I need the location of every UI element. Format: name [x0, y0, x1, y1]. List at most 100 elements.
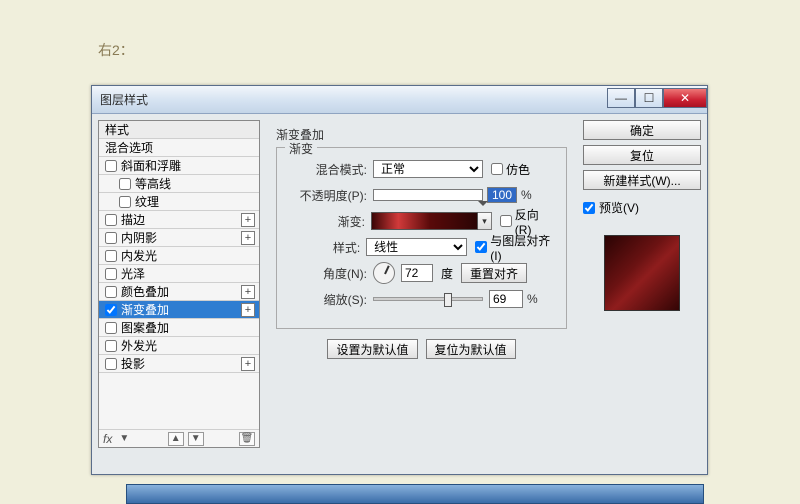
- list-item-label: 混合选项: [105, 139, 153, 157]
- texture-checkbox[interactable]: [119, 196, 131, 208]
- list-item-contour[interactable]: 等高线: [99, 175, 259, 193]
- angle-input[interactable]: [401, 264, 433, 282]
- opacity-row: 不透明度(P): 100 %: [289, 184, 554, 206]
- gradient-row: 渐变: ▾ 反向(R): [289, 210, 554, 232]
- align-layer-checkbox[interactable]: [475, 241, 487, 253]
- defaults-row: 设置为默认值 复位为默认值: [276, 339, 567, 359]
- move-up-icon[interactable]: ▲: [168, 432, 184, 446]
- styles-header[interactable]: 样式: [99, 121, 259, 139]
- scale-slider[interactable]: [373, 297, 483, 301]
- inner-shadow-checkbox[interactable]: [105, 232, 117, 244]
- outer-glow-checkbox[interactable]: [105, 340, 117, 352]
- scale-percent: %: [527, 292, 538, 306]
- style-label: 样式:: [289, 239, 360, 256]
- list-item-color-overlay[interactable]: 颜色叠加 +: [99, 283, 259, 301]
- move-down-icon[interactable]: ▼: [188, 432, 204, 446]
- stroke-checkbox[interactable]: [105, 214, 117, 226]
- angle-label: 角度(N):: [289, 265, 367, 282]
- list-item-label: 纹理: [135, 193, 159, 211]
- list-item-drop-shadow[interactable]: 投影+: [99, 355, 259, 373]
- list-item-bevel[interactable]: 斜面和浮雕: [99, 157, 259, 175]
- contour-checkbox[interactable]: [119, 178, 131, 190]
- list-item-stroke[interactable]: 描边+: [99, 211, 259, 229]
- maximize-button[interactable]: ☐: [635, 88, 663, 108]
- add-gradient-overlay-icon[interactable]: +: [241, 303, 255, 317]
- panel-title: 渐变叠加: [276, 126, 567, 143]
- ok-button[interactable]: 确定: [583, 120, 701, 140]
- angle-row: 角度(N): 度 重置对齐: [289, 262, 554, 284]
- preview-checkbox[interactable]: [583, 202, 595, 214]
- gradient-overlay-checkbox[interactable]: [105, 304, 117, 316]
- right-panel: 确定 复位 新建样式(W)... 预览(V): [583, 120, 701, 311]
- opacity-label: 不透明度(P):: [289, 187, 367, 204]
- opacity-slider[interactable]: [373, 189, 483, 201]
- list-item-label: 等高线: [135, 175, 171, 193]
- scale-slider-thumb[interactable]: [444, 293, 452, 307]
- add-stroke-icon[interactable]: +: [241, 213, 255, 227]
- styles-footer: fx ▼ ▲ ▼ 🗑: [99, 429, 259, 447]
- gradient-overlay-panel: 渐变叠加 渐变 混合模式: 正常 仿色 不透明度(P): 100 % 渐变:: [266, 120, 577, 468]
- list-item-label: 斜面和浮雕: [121, 157, 181, 175]
- gradient-label: 渐变:: [289, 213, 365, 230]
- list-item-label: 外发光: [121, 337, 157, 355]
- scale-label: 缩放(S):: [289, 291, 367, 308]
- angle-unit: 度: [441, 265, 453, 282]
- list-item-pattern-overlay[interactable]: 图案叠加: [99, 319, 259, 337]
- align-layer-label: 与图层对齐(I): [490, 232, 554, 263]
- maximize-icon: ☐: [644, 91, 655, 105]
- minimize-button[interactable]: —: [607, 88, 635, 108]
- satin-checkbox[interactable]: [105, 268, 117, 280]
- window-buttons: — ☐ ✕: [607, 92, 707, 108]
- list-item-label: 颜色叠加: [121, 283, 169, 301]
- titlebar[interactable]: 图层样式 — ☐ ✕: [92, 86, 707, 114]
- opacity-value[interactable]: 100: [487, 187, 517, 203]
- preview-label: 预览(V): [599, 199, 639, 216]
- drop-shadow-checkbox[interactable]: [105, 358, 117, 370]
- list-item-blend-options[interactable]: 混合选项: [99, 139, 259, 157]
- dither-checkbox[interactable]: [491, 163, 503, 175]
- set-default-button[interactable]: 设置为默认值: [327, 339, 417, 359]
- reverse-checkbox[interactable]: [500, 215, 512, 227]
- list-item-label: 光泽: [121, 265, 145, 283]
- list-item-label: 内阴影: [121, 229, 157, 247]
- style-row: 样式: 线性 与图层对齐(I): [289, 236, 554, 258]
- angle-dial[interactable]: [373, 262, 395, 284]
- list-item-gradient-overlay[interactable]: 渐变叠加 +: [99, 301, 259, 319]
- trash-icon[interactable]: 🗑: [239, 432, 255, 446]
- bevel-checkbox[interactable]: [105, 160, 117, 172]
- add-inner-shadow-icon[interactable]: +: [241, 231, 255, 245]
- list-item-inner-glow[interactable]: 内发光: [99, 247, 259, 265]
- list-item-label: 渐变叠加: [121, 301, 169, 319]
- group-legend: 渐变: [285, 140, 317, 157]
- dither-label: 仿色: [506, 161, 530, 178]
- reset-align-button[interactable]: 重置对齐: [461, 263, 527, 283]
- gradient-dropdown-icon[interactable]: ▾: [478, 212, 492, 230]
- styles-list: 样式 混合选项 斜面和浮雕 等高线 纹理 描边+ 内阴影 + 内发光 光泽 颜色叠…: [98, 120, 260, 448]
- gradient-swatch[interactable]: [371, 212, 478, 230]
- inner-glow-checkbox[interactable]: [105, 250, 117, 262]
- scale-row: 缩放(S): %: [289, 288, 554, 310]
- pattern-overlay-checkbox[interactable]: [105, 322, 117, 334]
- reset-default-button[interactable]: 复位为默认值: [426, 339, 516, 359]
- dialog-title: 图层样式: [100, 91, 148, 108]
- taskbar-fragment: [126, 484, 704, 504]
- list-item-texture[interactable]: 纹理: [99, 193, 259, 211]
- opacity-percent: %: [521, 188, 532, 202]
- list-item-inner-shadow[interactable]: 内阴影 +: [99, 229, 259, 247]
- preview-swatch: [604, 235, 680, 311]
- list-item-outer-glow[interactable]: 外发光: [99, 337, 259, 355]
- add-drop-shadow-icon[interactable]: +: [241, 357, 255, 371]
- close-button[interactable]: ✕: [663, 88, 707, 108]
- new-style-button[interactable]: 新建样式(W)...: [583, 170, 701, 190]
- style-select[interactable]: 线性: [366, 238, 467, 256]
- dialog-content: 样式 混合选项 斜面和浮雕 等高线 纹理 描边+ 内阴影 + 内发光 光泽 颜色叠…: [92, 114, 707, 474]
- add-color-overlay-icon[interactable]: +: [241, 285, 255, 299]
- scale-input[interactable]: [489, 290, 523, 308]
- list-item-satin[interactable]: 光泽: [99, 265, 259, 283]
- blend-mode-row: 混合模式: 正常 仿色: [289, 158, 554, 180]
- close-icon: ✕: [680, 91, 690, 105]
- cancel-button[interactable]: 复位: [583, 145, 701, 165]
- fx-menu-icon[interactable]: ▼: [116, 432, 132, 446]
- blend-mode-select[interactable]: 正常: [373, 160, 483, 178]
- color-overlay-checkbox[interactable]: [105, 286, 117, 298]
